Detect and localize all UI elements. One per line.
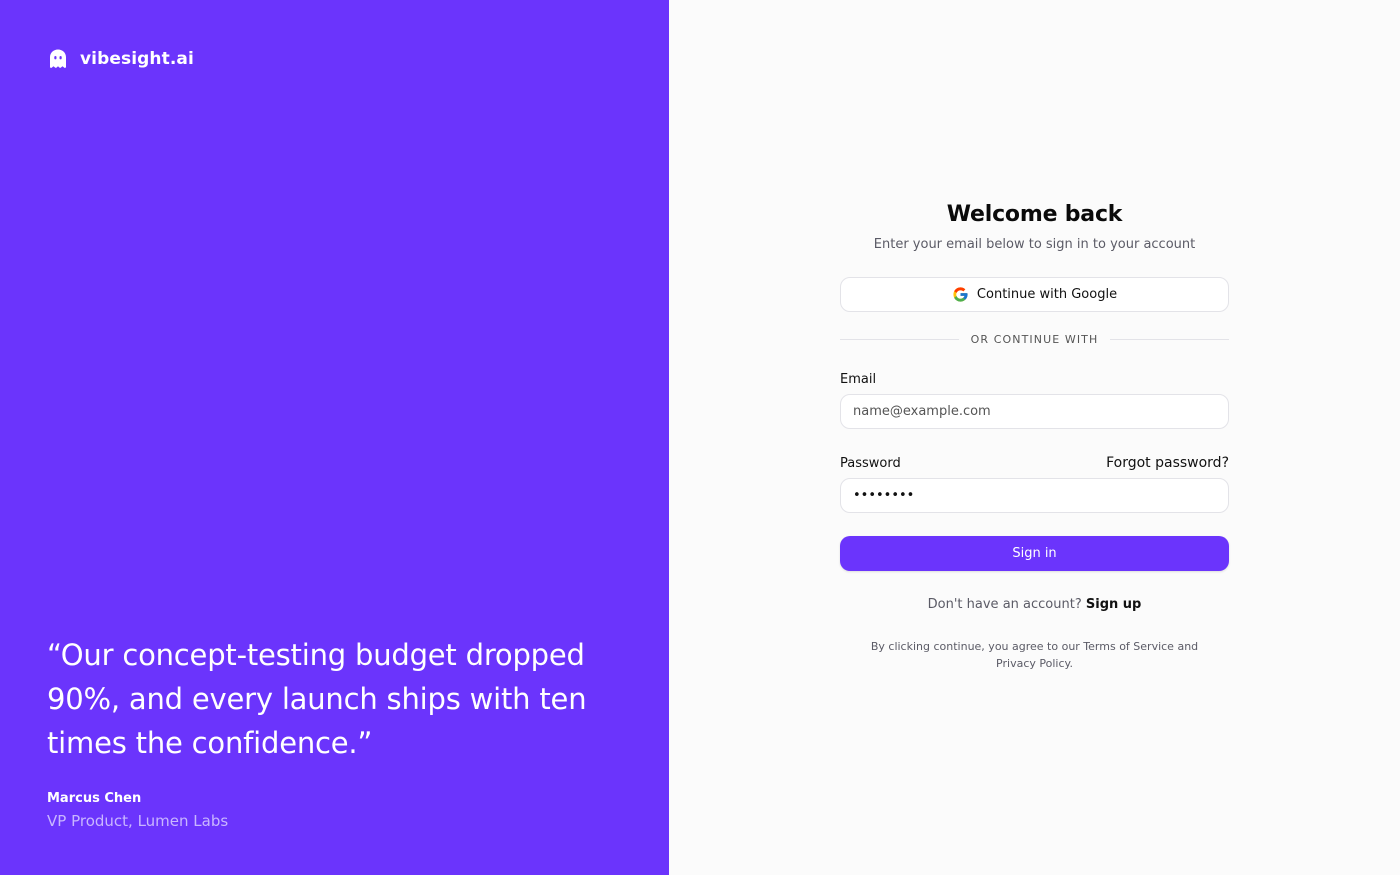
signin-panel: Welcome back Enter your email below to s… bbox=[669, 0, 1400, 875]
testimonial-quote: “Our concept-testing budget dropped 90%,… bbox=[47, 638, 587, 760]
forgot-password-link[interactable]: Forgot password? bbox=[1106, 455, 1229, 471]
password-input[interactable] bbox=[840, 478, 1229, 513]
password-group: Password Forgot password? bbox=[840, 455, 1229, 513]
divider-line bbox=[840, 339, 959, 340]
terms-text: By clicking continue, you agree to our T… bbox=[870, 640, 1199, 670]
or-divider: OR CONTINUE WITH bbox=[840, 333, 1229, 346]
testimonial-author: Marcus Chen bbox=[47, 791, 142, 806]
brand-logo[interactable]: vibesight.ai bbox=[48, 48, 194, 70]
password-label: Password bbox=[840, 455, 901, 471]
google-icon bbox=[953, 287, 968, 302]
login-page: vibesight.ai “Our concept-testing budget… bbox=[0, 0, 1400, 875]
page-subtitle: Enter your email below to sign in to you… bbox=[873, 237, 1196, 252]
email-group: Email bbox=[840, 368, 1229, 429]
signin-button[interactable]: Sign in bbox=[840, 536, 1229, 571]
password-label-row: Password Forgot password? bbox=[840, 455, 1229, 471]
divider-line bbox=[1110, 339, 1229, 340]
brand-panel: vibesight.ai “Our concept-testing budget… bbox=[0, 0, 669, 875]
signup-prompt: Don't have an account? bbox=[927, 597, 1082, 612]
testimonial: “Our concept-testing budget dropped 90%,… bbox=[47, 633, 607, 830]
email-input[interactable] bbox=[840, 394, 1229, 429]
ghost-icon bbox=[50, 49, 66, 68]
divider-text: OR CONTINUE WITH bbox=[970, 333, 1099, 346]
google-signin-button[interactable]: Continue with Google bbox=[840, 277, 1229, 312]
testimonial-role: VP Product, Lumen Labs bbox=[47, 812, 229, 830]
google-button-label: Continue with Google bbox=[976, 287, 1118, 302]
signup-link[interactable]: Sign up bbox=[1086, 597, 1141, 612]
signup-row: Don't have an account? Sign up bbox=[840, 597, 1229, 612]
brand-name: vibesight.ai bbox=[80, 49, 194, 69]
signin-form: Welcome back Enter your email below to s… bbox=[840, 202, 1229, 672]
page-title: Welcome back bbox=[946, 202, 1123, 227]
email-label: Email bbox=[840, 372, 877, 387]
